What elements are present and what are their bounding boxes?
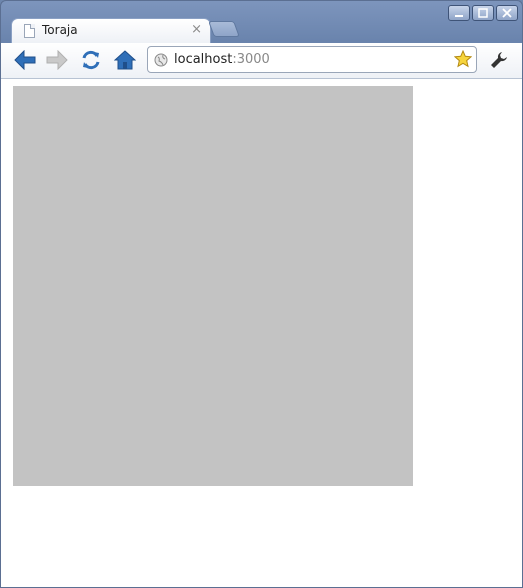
- tab-close-icon[interactable]: ×: [191, 22, 202, 37]
- reload-icon: [82, 50, 100, 70]
- home-button[interactable]: [113, 48, 137, 72]
- home-icon: [114, 50, 136, 70]
- wrench-menu-button[interactable]: [487, 48, 511, 72]
- forward-arrow-icon: [46, 50, 68, 70]
- forward-button[interactable]: [45, 48, 69, 72]
- wrench-icon: [491, 52, 507, 68]
- url-port: :3000: [232, 52, 270, 67]
- page-content: [1, 79, 522, 587]
- page-icon: [24, 24, 35, 38]
- url-host: localhost: [174, 52, 233, 67]
- browser-window: Toraja × localhost:3000: [0, 0, 523, 588]
- tab-strip: Toraja ×: [1, 15, 522, 43]
- new-tab-button[interactable]: [208, 21, 240, 37]
- url-text: localhost:3000: [174, 52, 270, 67]
- browser-toolbar: localhost:3000: [1, 43, 522, 79]
- address-bar[interactable]: localhost:3000: [147, 46, 477, 73]
- tab-toraja[interactable]: Toraja ×: [11, 18, 211, 43]
- bookmark-star-icon[interactable]: [454, 50, 472, 68]
- back-button[interactable]: [13, 48, 37, 72]
- globe-icon: [154, 53, 168, 67]
- tab-title: Toraja: [42, 23, 78, 37]
- gray-canvas-box: [13, 86, 413, 486]
- reload-button[interactable]: [79, 48, 103, 72]
- back-arrow-icon: [14, 50, 36, 70]
